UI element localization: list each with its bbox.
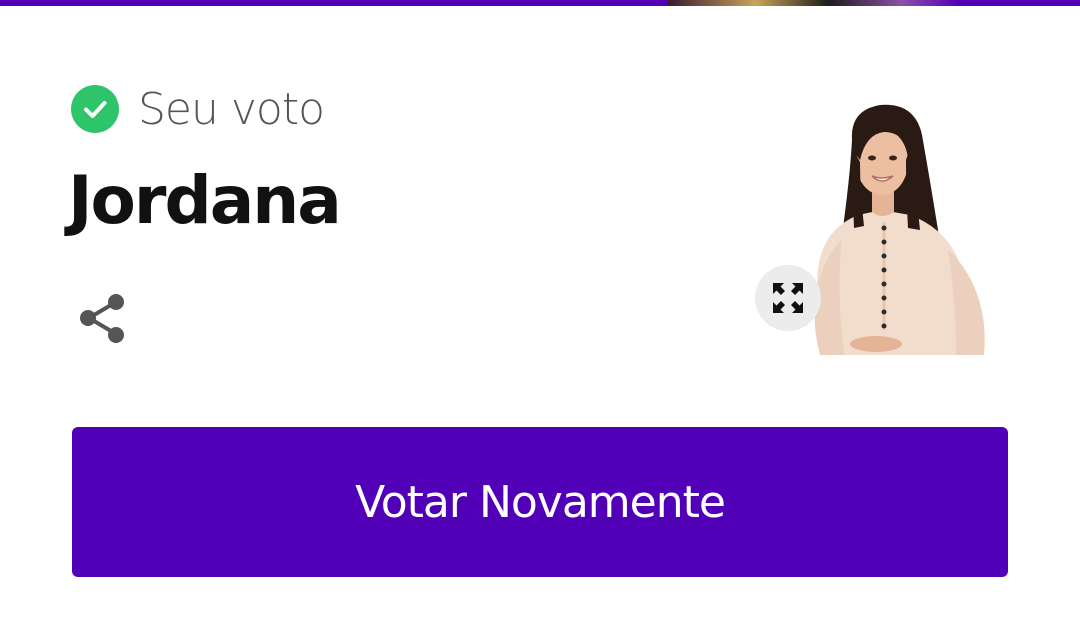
expand-photo-button[interactable]	[755, 265, 821, 331]
share-icon[interactable]	[76, 291, 130, 347]
vote-status: Seu voto	[71, 83, 325, 135]
top-banner-strip	[0, 0, 1080, 6]
expand-icon	[773, 283, 803, 313]
candidate-name: Jordana	[68, 162, 342, 239]
top-banner-images	[668, 0, 960, 6]
vote-confirmation-page: Seu voto Jordana Votar Novamente	[0, 0, 1080, 639]
vote-status-label: Seu voto	[138, 83, 325, 135]
vote-again-button[interactable]: Votar Novamente	[72, 427, 1008, 577]
check-circle-icon	[71, 85, 119, 133]
